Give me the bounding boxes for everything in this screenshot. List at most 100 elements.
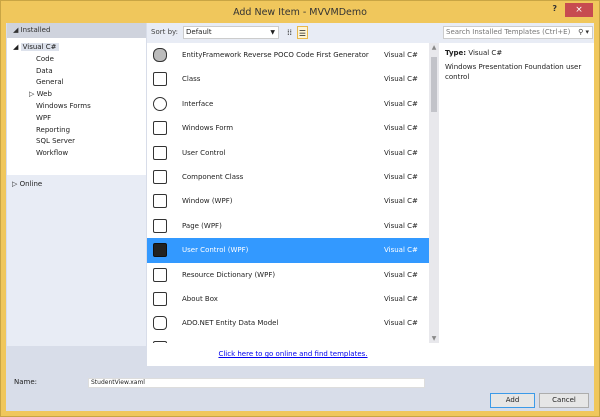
template-item[interactable]: Component Class Visual C# <box>147 165 429 189</box>
template-type: Visual C# <box>384 75 418 84</box>
template-item[interactable]: EntityFramework Reverse POCO Code First … <box>147 43 429 67</box>
template-name: About Box <box>182 294 218 303</box>
scroll-down-icon[interactable]: ▼ <box>429 335 439 342</box>
tree-item-wpf[interactable]: WPF <box>7 113 146 125</box>
tree-item-general[interactable]: General <box>7 77 146 89</box>
dialog-window: Add New Item - MVVMDemo ? × ◢ Installed … <box>0 0 600 417</box>
template-name: Window (WPF) <box>182 197 233 206</box>
user-control-icon <box>153 145 167 160</box>
online-header[interactable]: ▷ Online <box>7 175 146 188</box>
database-icon <box>153 48 167 62</box>
type-label: Type: <box>445 49 467 57</box>
add-button[interactable]: Add <box>490 393 535 408</box>
template-item[interactable]: Window (WPF) Visual C# <box>147 189 429 213</box>
sort-toolbar: Sort by: Default ▼ ⁞⁞ ☰ <box>147 23 439 43</box>
template-item[interactable]: Page (WPF) Visual C# <box>147 214 429 238</box>
tree-item-data[interactable]: Data <box>7 66 146 78</box>
template-name: User Control (WPF) <box>182 246 249 255</box>
template-type: Visual C# <box>384 148 418 157</box>
close-button[interactable]: × <box>565 3 593 17</box>
template-list: EntityFramework Reverse POCO Code First … <box>147 43 429 343</box>
template-description: Windows Presentation Foundation user con… <box>445 63 582 81</box>
interface-icon <box>153 96 167 111</box>
category-panel: ◢ Installed ◢ Visual C# Code Data Genera… <box>7 23 146 346</box>
user-control-wpf-icon <box>153 243 167 258</box>
template-name: Resource Dictionary (WPF) <box>182 270 276 279</box>
scroll-up-icon[interactable]: ▲ <box>429 44 439 51</box>
tree-item-code[interactable]: Code <box>7 54 146 66</box>
tree-item-web[interactable]: ▷ Web <box>7 89 146 101</box>
tree-item-reporting[interactable]: Reporting <box>7 125 146 137</box>
template-type: Visual C# <box>384 294 418 303</box>
help-button[interactable]: ? <box>552 4 557 13</box>
online-templates-link[interactable]: Click here to go online and find templat… <box>218 350 367 358</box>
template-item[interactable]: Windows Form Visual C# <box>147 116 429 140</box>
template-item[interactable]: User Control Visual C# <box>147 141 429 165</box>
template-item[interactable]: About Box Visual C# <box>147 287 429 311</box>
template-name: Windows Form <box>182 124 234 133</box>
template-name: Interface <box>182 99 214 108</box>
tree-item-visual-csharp[interactable]: ◢ Visual C# <box>7 42 146 54</box>
template-type: Visual C# <box>384 124 418 133</box>
details-panel: Search Installed Templates (Ctrl+E) ⚲ ▾ T… <box>439 23 594 366</box>
sort-dropdown[interactable]: Default ▼ <box>183 26 279 39</box>
installed-header[interactable]: ◢ Installed <box>7 23 146 38</box>
entity-model-icon <box>153 316 167 331</box>
template-type: Visual C# <box>384 221 418 230</box>
template-type: Visual C# <box>384 51 418 59</box>
window-icon <box>153 194 167 209</box>
template-type: Visual C# <box>384 319 418 328</box>
dictionary-icon <box>153 267 167 282</box>
template-item[interactable]: Class Visual C# <box>147 67 429 91</box>
template-item[interactable]: Interface Visual C# <box>147 92 429 116</box>
template-name: Page (WPF) <box>182 221 222 230</box>
tree-item-sql-server[interactable]: SQL Server <box>7 136 146 148</box>
cancel-button[interactable]: Cancel <box>539 393 589 408</box>
template-type: Visual C# <box>384 197 418 206</box>
installed-label: Installed <box>20 26 51 34</box>
scroll-thumb[interactable] <box>431 57 437 112</box>
component-icon <box>153 169 167 184</box>
expand-icon: ▷ <box>12 180 18 188</box>
name-label: Name: <box>14 378 38 386</box>
online-link-area: Click here to go online and find templat… <box>147 343 439 366</box>
template-item-partial[interactable] <box>147 336 429 343</box>
tree-label: Visual C# <box>20 43 59 51</box>
template-panel: Sort by: Default ▼ ⁞⁞ ☰ EntityFramework R… <box>147 23 439 366</box>
sort-label: Sort by: <box>151 28 179 36</box>
sort-value: Default <box>186 28 212 36</box>
template-type: Visual C# <box>384 99 418 108</box>
template-scrollbar[interactable]: ▲ ▼ <box>429 43 439 343</box>
small-icons-view-button[interactable]: ⁞⁞ <box>284 26 295 39</box>
about-box-icon <box>153 291 167 306</box>
tree-item-windows-forms[interactable]: Windows Forms <box>7 101 146 113</box>
class-icon <box>153 72 167 87</box>
list-view-button[interactable]: ☰ <box>297 26 308 39</box>
dialog-body: ◢ Installed ◢ Visual C# Code Data Genera… <box>6 23 594 411</box>
template-name: User Control <box>182 148 226 157</box>
template-details: Type: Visual C# Windows Presentation Fou… <box>439 43 594 87</box>
template-type: Visual C# <box>384 246 418 255</box>
chevron-down-icon: ▼ <box>270 29 275 36</box>
template-name: EntityFramework Reverse POCO Code First … <box>182 51 369 59</box>
search-placeholder: Search Installed Templates (Ctrl+E) <box>446 28 571 36</box>
template-item[interactable]: Resource Dictionary (WPF) Visual C# <box>147 263 429 287</box>
template-item-selected[interactable]: User Control (WPF) Visual C# <box>147 238 429 263</box>
type-value: Visual C# <box>468 49 503 57</box>
expand-icon[interactable]: ▷ <box>29 90 34 98</box>
category-tree: ◢ Visual C# Code Data General ▷ Web Wind… <box>7 38 146 175</box>
windows-form-icon <box>153 121 167 136</box>
page-icon <box>153 218 167 233</box>
template-item[interactable]: ADO.NET Entity Data Model Visual C# <box>147 311 429 335</box>
search-input[interactable]: Search Installed Templates (Ctrl+E) ⚲ ▾ <box>443 26 593 39</box>
online-label: Online <box>19 180 43 188</box>
name-input[interactable]: StudentView.xaml <box>88 378 425 388</box>
tree-label: Web <box>36 90 52 99</box>
template-name: ADO.NET Entity Data Model <box>182 319 279 328</box>
tree-item-workflow[interactable]: Workflow <box>7 148 146 160</box>
search-toolbar: Search Installed Templates (Ctrl+E) ⚲ ▾ <box>439 23 594 43</box>
template-type: Visual C# <box>384 172 418 181</box>
search-icon[interactable]: ⚲ ▾ <box>578 27 589 38</box>
template-type: Visual C# <box>384 270 418 279</box>
dialog-title: Add New Item - MVVMDemo <box>233 7 367 18</box>
